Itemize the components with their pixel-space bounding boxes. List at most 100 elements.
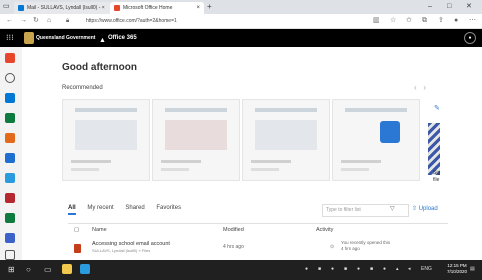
home-rail-icon[interactable] <box>5 53 15 63</box>
refresh-icon[interactable]: ↻ <box>33 16 39 26</box>
browser-tab-strip: ▭ Mail - SULLAVS, Lyndall (lsull0) - × M… <box>0 0 482 14</box>
column-modified[interactable]: Modified <box>223 227 244 233</box>
recommended-heading: Recommended <box>62 85 103 91</box>
share-icon[interactable]: ⇪ <box>438 16 444 26</box>
new-tab-button[interactable]: + <box>207 2 212 12</box>
reader-view-icon[interactable]: ▥ <box>373 16 380 26</box>
tray-icon[interactable]: ● <box>357 266 360 272</box>
pdf-file-icon <box>74 244 81 253</box>
edit-pencil-icon: ✎ <box>434 105 440 112</box>
network-icon[interactable]: ▴ <box>396 266 399 272</box>
outlook-rail-icon[interactable] <box>5 93 15 103</box>
tray-icon[interactable]: ■ <box>344 266 347 272</box>
blurred-text <box>161 168 189 171</box>
teams-rail-icon[interactable] <box>5 233 15 243</box>
account-avatar-icon[interactable]: ● <box>464 32 476 44</box>
app-launcher-icon[interactable]: ⁝⁝⁝ <box>6 32 14 44</box>
blurred-preview <box>165 120 227 150</box>
create-rail-icon[interactable] <box>5 73 15 83</box>
app-title[interactable]: Office 365 <box>108 29 137 47</box>
tab-all[interactable]: All <box>68 205 76 215</box>
tray-icon[interactable]: ■ <box>318 266 321 272</box>
home-icon[interactable]: ⌂ <box>47 16 51 26</box>
tab-mail[interactable]: Mail - SULLAVS, Lyndall (lsull0) - × <box>14 2 110 14</box>
tab-office-label: Microsoft Office Home <box>123 5 173 11</box>
close-window-button[interactable]: ✕ <box>466 2 472 12</box>
recommended-card[interactable] <box>62 99 150 181</box>
favorites-bar-icon[interactable]: ✩ <box>406 16 412 26</box>
language-indicator[interactable]: ENG <box>421 266 432 272</box>
recommended-card[interactable] <box>152 99 240 181</box>
carousel-prev-icon[interactable]: ‹ <box>414 83 417 92</box>
tab-actions-icon[interactable]: ▭ <box>3 2 10 12</box>
tab-office-home[interactable]: Microsoft Office Home × <box>110 2 204 14</box>
word-document-icon <box>380 121 400 143</box>
tray-icon[interactable]: ● <box>305 266 308 272</box>
mouse-cursor-icon: ▲ <box>99 37 106 44</box>
powerpoint-rail-icon[interactable] <box>5 133 15 143</box>
back-icon[interactable]: ← <box>6 16 13 26</box>
start-button-icon[interactable]: ⊞ <box>8 265 15 275</box>
file-explorer-icon[interactable] <box>62 264 72 274</box>
file-name[interactable]: Accessing school email account <box>92 241 170 247</box>
recommended-card[interactable] <box>332 99 420 181</box>
search-icon[interactable]: ○ <box>26 265 31 275</box>
tab-my-recent[interactable]: My recent <box>87 205 113 211</box>
file-modified: 4 hrs ago <box>223 244 244 250</box>
blurred-text <box>71 160 111 163</box>
volume-icon[interactable]: ◂ <box>408 266 411 272</box>
more-menu-icon[interactable]: ⋯ <box>469 16 476 26</box>
task-view-icon[interactable]: ▭ <box>44 265 52 275</box>
blurred-preview <box>75 120 137 150</box>
outlook-favicon-icon <box>18 4 24 11</box>
windows-taskbar: ⊞ ○ ▭ ● ■ ● ■ ● ■ ● ▴ ◂ ENG 12:15 PM 7/1… <box>0 260 482 280</box>
access-rail-icon[interactable] <box>5 193 15 203</box>
address-input[interactable]: https://www.office.com/?auth=2&home=1 <box>76 16 366 26</box>
activity-icon: ⊙ <box>330 244 335 250</box>
carousel-next-icon[interactable]: › <box>423 83 426 92</box>
address-bar-row: ← → ↻ ⌂ 🔒︎ https://www.office.com/?auth=… <box>0 14 482 29</box>
queensland-crest-logo <box>24 32 34 44</box>
collections-icon[interactable]: ⧉ <box>422 16 427 26</box>
cloud-rail-icon[interactable] <box>5 173 15 183</box>
office-favicon-icon <box>114 4 120 11</box>
close-tab-icon[interactable]: × <box>196 2 200 14</box>
favorite-star-icon[interactable]: ☆ <box>390 16 396 26</box>
excel-rail-icon[interactable] <box>5 213 15 223</box>
taskbar-clock[interactable]: 12:15 PM 7/10/2020 <box>447 263 467 275</box>
tray-icon[interactable]: ● <box>383 266 386 272</box>
upload-label: Upload <box>418 206 438 212</box>
filter-icon[interactable]: ▽ <box>390 204 395 215</box>
lock-icon[interactable]: 🔒︎ <box>66 16 69 26</box>
blurred-text <box>71 168 99 171</box>
upload-button[interactable]: ⇧ Upload <box>412 205 438 212</box>
column-name[interactable]: Name <box>92 227 107 233</box>
minimize-button[interactable]: – <box>428 2 432 12</box>
recommended-card[interactable] <box>242 99 330 181</box>
partial-card-thumbnail[interactable] <box>428 123 440 175</box>
blurred-preview <box>255 120 317 150</box>
blurred-title <box>345 108 407 112</box>
tray-icon[interactable]: ■ <box>370 266 373 272</box>
edge-browser-icon[interactable] <box>80 264 90 274</box>
blurred-title <box>165 108 227 112</box>
file-filter-tabs: All My recent Shared Favorites <box>68 205 191 215</box>
filter-input[interactable]: Type to filter list <box>322 204 409 217</box>
all-apps-rail-icon[interactable] <box>5 250 15 260</box>
tab-shared[interactable]: Shared <box>125 205 144 211</box>
profile-icon[interactable]: ● <box>454 16 458 26</box>
notifications-icon[interactable]: ▤ <box>470 266 475 272</box>
clock-date: 7/10/2020 <box>447 269 468 274</box>
column-activity[interactable]: Activity <box>316 227 333 233</box>
word-rail-icon[interactable] <box>5 153 15 163</box>
upload-icon: ⇧ <box>412 206 418 212</box>
org-name: Queensland Government <box>36 35 96 41</box>
onedrive-rail-icon[interactable] <box>5 113 15 123</box>
file-activity: You recently opened this 4 hrs ago <box>341 240 391 251</box>
tray-icon[interactable]: ● <box>331 266 334 272</box>
blurred-title <box>255 108 317 112</box>
forward-icon[interactable]: → <box>20 16 27 26</box>
maximize-button[interactable]: □ <box>447 2 451 12</box>
file-type-header-icon: ▢ <box>74 227 80 233</box>
tab-favorites[interactable]: Favorites <box>156 205 181 211</box>
